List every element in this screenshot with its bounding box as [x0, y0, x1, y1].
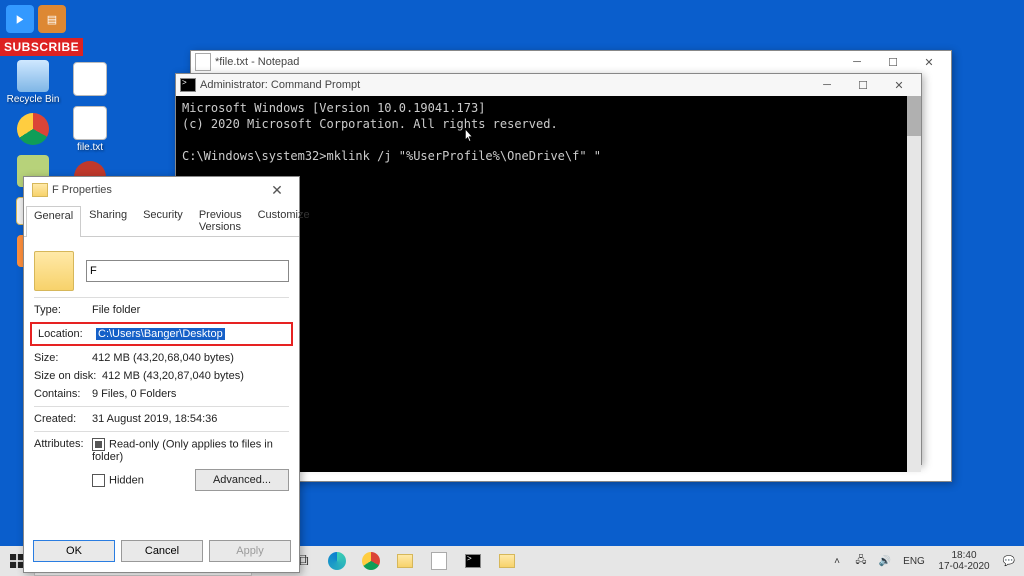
clock[interactable]: 18:40 17-04-2020: [934, 550, 994, 572]
size-on-disk-label: Size on disk:: [34, 370, 102, 382]
cmd-taskbar-icon[interactable]: [456, 546, 490, 576]
explorer-icon[interactable]: [388, 546, 422, 576]
properties-button-bar: OK Cancel Apply: [24, 536, 299, 566]
cmd-line: C:\Windows\system32>mklink /j "%UserProf…: [182, 149, 601, 163]
cmd-icon: [180, 78, 196, 92]
readonly-label: Read-only (Only applies to files in fold…: [92, 438, 273, 463]
subscribe-banner: SUBSCRIBE: [0, 38, 83, 56]
notifications-icon[interactable]: 💬: [1000, 546, 1018, 576]
notepad-titlebar[interactable]: *file.txt - Notepad ─ ☐ ✕: [191, 51, 951, 73]
channel-icon: ▤: [38, 5, 66, 33]
size-label: Size:: [34, 352, 92, 364]
contains-label: Contains:: [34, 388, 92, 400]
cancel-button[interactable]: Cancel: [121, 540, 203, 562]
location-label: Location:: [38, 328, 96, 340]
volume-icon[interactable]: 🔊: [876, 546, 894, 576]
close-button[interactable]: ✕: [259, 180, 295, 200]
apply-button[interactable]: Apply: [209, 540, 291, 562]
tab-general[interactable]: General: [26, 206, 81, 237]
properties-titlebar[interactable]: F Properties ✕: [24, 177, 299, 203]
tab-customize[interactable]: Customize: [250, 205, 318, 236]
overlay-logo: ▤: [6, 5, 66, 33]
properties-dialog[interactable]: F Properties ✕ General Sharing Security …: [23, 176, 300, 573]
tray-chevron-icon[interactable]: ˄: [828, 546, 846, 576]
desktop-icon-file-txt[interactable]: file.txt: [62, 106, 118, 153]
network-icon[interactable]: 🖧: [852, 546, 870, 576]
scrollbar-thumb[interactable]: [907, 96, 921, 136]
language-indicator[interactable]: ENG: [900, 546, 928, 576]
desktop[interactable]: ▤ SUBSCRIBE Recycle Bin file.txt *file.t…: [0, 0, 1024, 546]
location-value[interactable]: C:\Users\Banger\Desktop: [96, 328, 225, 340]
date-text: 17-04-2020: [938, 561, 989, 572]
play-icon: [6, 5, 34, 33]
created-label: Created:: [34, 413, 92, 425]
type-value: File folder: [92, 304, 289, 316]
cmd-line: Microsoft Windows [Version 10.0.19041.17…: [182, 101, 485, 115]
minimize-button[interactable]: ─: [839, 52, 875, 72]
close-button[interactable]: ✕: [911, 52, 947, 72]
time-text: 18:40: [951, 550, 976, 561]
created-value: 31 August 2019, 18:54:36: [92, 413, 289, 425]
hidden-checkbox-row[interactable]: Hidden: [92, 474, 144, 487]
ok-button[interactable]: OK: [33, 540, 115, 562]
contains-value: 9 Files, 0 Folders: [92, 388, 289, 400]
icon-label: Recycle Bin: [7, 94, 60, 105]
maximize-button[interactable]: ☐: [845, 75, 881, 95]
minimize-button[interactable]: ─: [809, 75, 845, 95]
readonly-checkbox[interactable]: [92, 438, 105, 451]
folder-icon: [32, 183, 48, 197]
desktop-icon-recycle-bin[interactable]: Recycle Bin: [5, 60, 61, 105]
folder-large-icon: [34, 251, 74, 291]
cmd-line: (c) 2020 Microsoft Corporation. All righ…: [182, 117, 558, 131]
size-on-disk-value: 412 MB (43,20,87,040 bytes): [102, 370, 289, 382]
notepad-icon: [195, 53, 211, 71]
folder-name-input[interactable]: [86, 260, 289, 282]
properties-title: F Properties: [52, 184, 112, 196]
folder2-icon[interactable]: [490, 546, 524, 576]
cmd-title: Administrator: Command Prompt: [200, 79, 360, 91]
cmd-titlebar[interactable]: Administrator: Command Prompt ─ ☐ ✕: [176, 74, 921, 96]
maximize-button[interactable]: ☐: [875, 52, 911, 72]
advanced-button[interactable]: Advanced...: [195, 469, 289, 491]
attributes-label: Attributes:: [34, 438, 92, 450]
readonly-checkbox-row[interactable]: Read-only (Only applies to files in fold…: [92, 438, 289, 463]
location-highlight: Location:C:\Users\Banger\Desktop: [30, 322, 293, 346]
desktop-icon-doc[interactable]: [62, 62, 118, 98]
size-value: 412 MB (43,20,68,040 bytes): [92, 352, 289, 364]
icon-label: file.txt: [77, 142, 103, 153]
tab-security[interactable]: Security: [135, 205, 191, 236]
properties-tabs: General Sharing Security Previous Versio…: [24, 203, 299, 237]
system-tray: ˄ 🖧 🔊 ENG 18:40 17-04-2020 💬: [828, 546, 1024, 576]
type-label: Type:: [34, 304, 92, 316]
tab-sharing[interactable]: Sharing: [81, 205, 135, 236]
notepad-title: *file.txt - Notepad: [215, 56, 299, 68]
cmd-scrollbar[interactable]: [907, 96, 921, 472]
close-button[interactable]: ✕: [881, 75, 917, 95]
notepad-taskbar-icon[interactable]: [422, 546, 456, 576]
hidden-checkbox[interactable]: [92, 474, 105, 487]
properties-body: Type:File folder Location:C:\Users\Bange…: [24, 237, 299, 505]
tab-previous-versions[interactable]: Previous Versions: [191, 205, 250, 236]
edge-icon[interactable]: [320, 546, 354, 576]
desktop-icon-chrome[interactable]: [5, 113, 61, 147]
hidden-label: Hidden: [109, 474, 144, 486]
chrome-icon[interactable]: [354, 546, 388, 576]
